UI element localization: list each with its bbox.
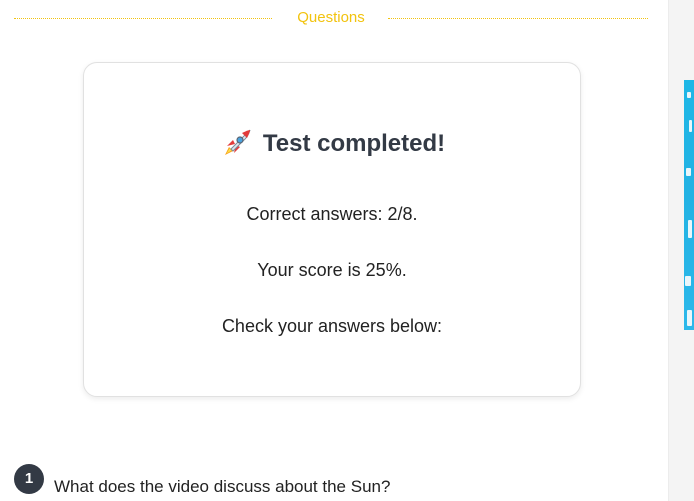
divider-right bbox=[388, 18, 648, 19]
rocket-icon bbox=[224, 129, 251, 155]
main-content: Questions Test completed! Correct answer… bbox=[0, 0, 668, 501]
result-card: Test completed! Correct answers: 2/8. Yo… bbox=[83, 62, 581, 397]
section-title: Questions bbox=[297, 9, 365, 26]
correct-answers-text: Correct answers: 2/8. bbox=[246, 204, 418, 224]
divider-left bbox=[14, 18, 272, 19]
question-item: 1 What does the video discuss about the … bbox=[14, 463, 654, 496]
result-title-text: Test completed! bbox=[262, 130, 446, 157]
score-text: Your score is 25%. bbox=[257, 260, 407, 280]
question-text: What does the video discuss about the Su… bbox=[54, 477, 391, 496]
check-answers-text: Check your answers below: bbox=[221, 316, 443, 336]
section-header: Questions bbox=[14, 8, 648, 30]
sidebar-thumbnail-image[interactable] bbox=[684, 80, 694, 330]
question-number-badge: 1 bbox=[14, 464, 44, 494]
result-title: Test completed! bbox=[84, 127, 580, 161]
